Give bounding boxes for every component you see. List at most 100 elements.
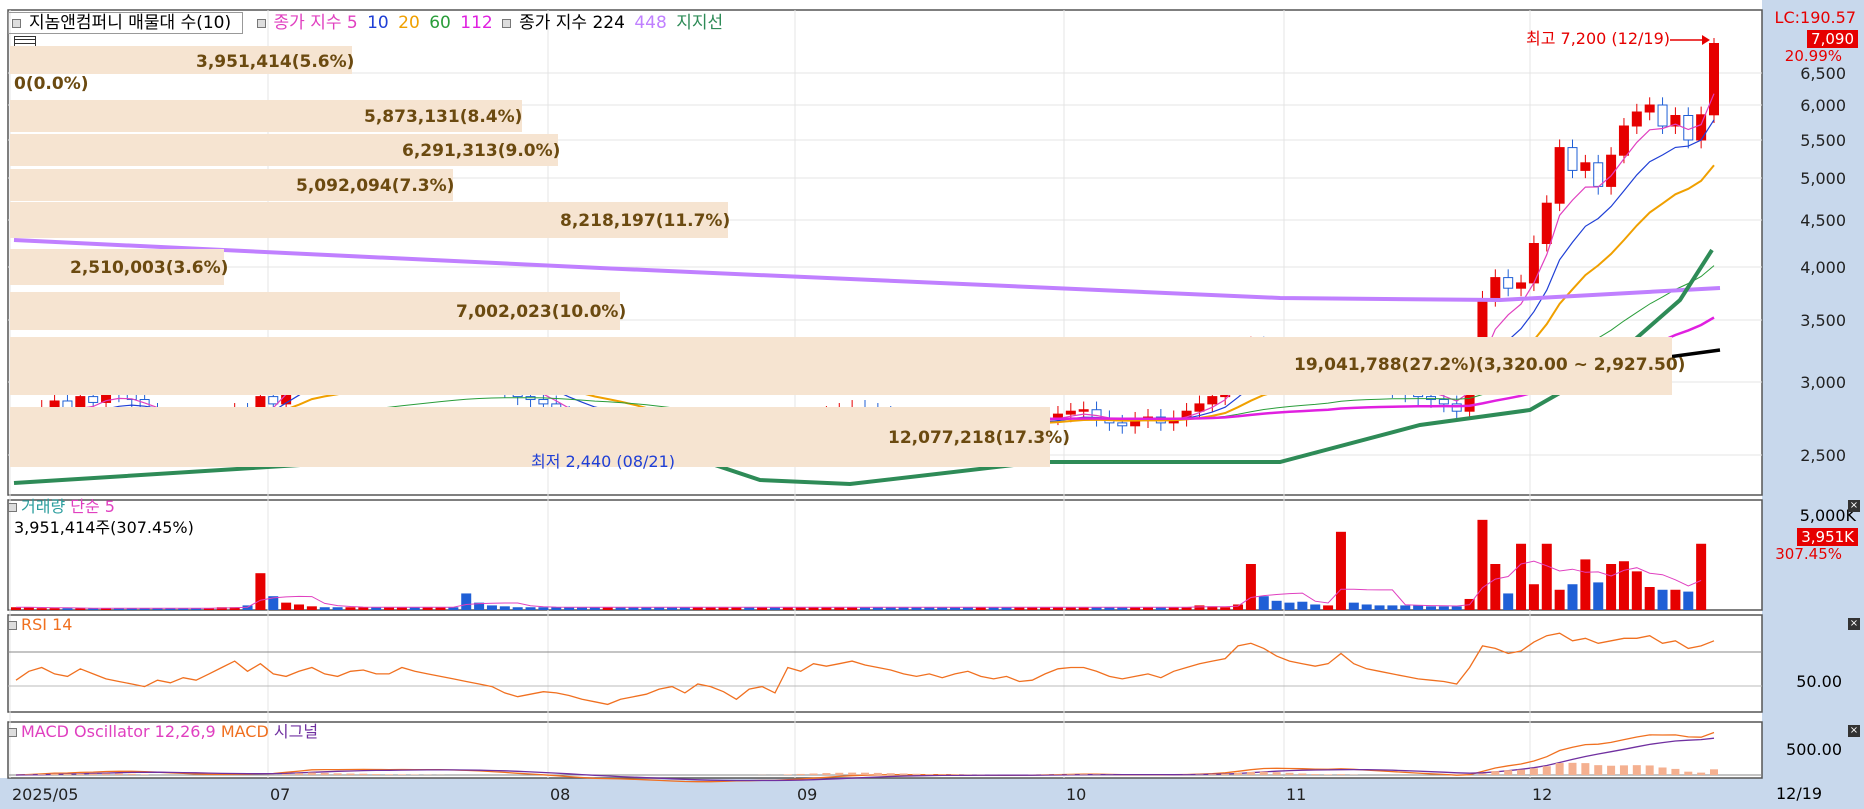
macd-osc-bar xyxy=(886,773,895,775)
macd-osc-bar xyxy=(1517,769,1526,775)
macd-osc-bar xyxy=(63,773,72,775)
signal-label: 시그널 xyxy=(273,722,319,741)
volume-bar xyxy=(1194,605,1205,610)
lc-label: LC:190.57 xyxy=(1774,8,1856,27)
x-axis-tick: 09 xyxy=(797,785,818,804)
x-axis-tick: 10 xyxy=(1066,785,1087,804)
close-icon[interactable]: × xyxy=(1848,500,1860,512)
macd-osc-bar xyxy=(1684,771,1693,775)
volume-bar xyxy=(1335,531,1346,610)
price-axis-tick: 5,000 xyxy=(1800,169,1846,188)
candle-body xyxy=(1709,43,1719,116)
legend-ma20: 20 xyxy=(398,13,420,33)
price-axis-tick: 2,500 xyxy=(1800,446,1846,465)
volume-profile-label: 2,510,003(3.6%) xyxy=(70,258,229,278)
macd-osc-bar xyxy=(1632,765,1641,775)
macd-osc-bar xyxy=(114,773,123,775)
candle-body xyxy=(1117,422,1128,427)
volume-bar xyxy=(1593,582,1604,610)
macd-osc-bar xyxy=(102,773,111,775)
macd-osc-bar xyxy=(1594,765,1603,775)
volume-bar xyxy=(1451,606,1462,610)
candle-body xyxy=(1065,410,1076,415)
price-axis-tick: 6,500 xyxy=(1800,64,1846,83)
x-axis-tick: 11 xyxy=(1286,785,1307,804)
volume-bar xyxy=(1284,602,1295,610)
volume-bar xyxy=(1258,596,1269,610)
volume-bar xyxy=(1657,589,1668,610)
volume-bar xyxy=(1374,605,1385,610)
macd-osc-bar xyxy=(1246,771,1255,775)
rsi-axis-tick: 50.00 xyxy=(1796,672,1842,691)
macd-osc-bar xyxy=(1336,774,1345,775)
close-icon[interactable]: × xyxy=(1848,725,1860,737)
close-icon[interactable]: × xyxy=(1848,618,1860,630)
macd-osc-bar xyxy=(1581,763,1590,775)
macd-axis-tick: 500.00 xyxy=(1786,740,1842,759)
candle-body xyxy=(88,396,99,403)
macd-osc-bar xyxy=(295,773,303,775)
volume-panel-title: 거래량 단순 5 xyxy=(8,499,115,515)
macd-osc-bar xyxy=(1607,765,1616,775)
volume-bar xyxy=(1670,589,1681,610)
volume-bar xyxy=(1606,564,1617,610)
toggle-icon xyxy=(8,728,17,737)
volume-bar xyxy=(1631,571,1642,610)
macd-osc-bar xyxy=(822,773,831,775)
candle-body xyxy=(1657,104,1668,127)
volume-bar xyxy=(1387,605,1398,610)
candle-body xyxy=(1593,162,1604,187)
macd-osc-bar xyxy=(1710,769,1718,775)
macd-osc-bar xyxy=(140,774,149,775)
x-axis-tick: 12 xyxy=(1532,785,1553,804)
macd-osc-bar xyxy=(1285,772,1294,775)
volume-current-badge: 3,951K xyxy=(1797,528,1858,546)
candle-body xyxy=(1438,399,1449,405)
toggle-icon xyxy=(8,621,17,630)
rsi-title: RSI 14 xyxy=(21,615,73,634)
macd-label: MACD xyxy=(220,722,269,741)
volume-bar xyxy=(1413,605,1424,610)
volume-bar xyxy=(306,606,317,610)
volume-bar xyxy=(1426,606,1436,610)
macd-osc-bar xyxy=(76,773,85,775)
volume-bar xyxy=(512,607,523,610)
volume-bar xyxy=(1696,543,1707,610)
x-axis-tick: 2025/05 xyxy=(12,785,79,804)
volume-bar xyxy=(525,607,536,610)
legend-title: 지놈앤컴퍼니 매물대 수(10) xyxy=(29,13,232,33)
macd-osc-bar xyxy=(1079,774,1088,775)
volume-bar xyxy=(1245,564,1256,610)
volume-bar xyxy=(1323,605,1334,610)
price-axis-tick: 4,500 xyxy=(1800,211,1846,230)
price-axis-tick: 3,500 xyxy=(1800,311,1846,330)
macd-osc-bar xyxy=(1478,773,1487,775)
volume-bar xyxy=(1516,543,1527,610)
macd-osc-bar xyxy=(861,772,869,775)
volume-bar xyxy=(551,607,562,610)
volume-title: 거래량 xyxy=(21,497,66,516)
macd-osc-bar xyxy=(1619,765,1628,775)
volume-bar xyxy=(486,605,497,610)
legend-ma60: 60 xyxy=(429,13,451,33)
volume-bar xyxy=(461,593,472,610)
volume-bar xyxy=(1297,601,1308,610)
volume-bar xyxy=(538,607,549,610)
macd-osc-bar xyxy=(925,774,934,775)
toggle-icon xyxy=(8,503,17,512)
candle-body xyxy=(1618,125,1629,156)
volume-profile-label: 5,873,131(8.4%) xyxy=(364,107,523,127)
macd-osc-bar xyxy=(1491,771,1500,775)
legend-ma224: 종가 지수 224 xyxy=(519,13,625,33)
candle-body xyxy=(1490,277,1501,300)
macd-osc-bar xyxy=(938,774,947,775)
volume-bar xyxy=(1528,584,1539,610)
volume-profile-label: 12,077,218(17.3%) xyxy=(888,428,1071,448)
volume-profile-label: 0(0.0%) xyxy=(14,74,89,94)
volume-bar xyxy=(1490,564,1501,610)
toggle-icon xyxy=(502,18,512,28)
indicator-title[interactable]: 지놈앤컴퍼니 매물대 수(10) xyxy=(8,12,244,34)
candle-body xyxy=(538,399,549,405)
macd-osc-bar xyxy=(1645,765,1654,775)
candle-body xyxy=(1541,202,1552,244)
